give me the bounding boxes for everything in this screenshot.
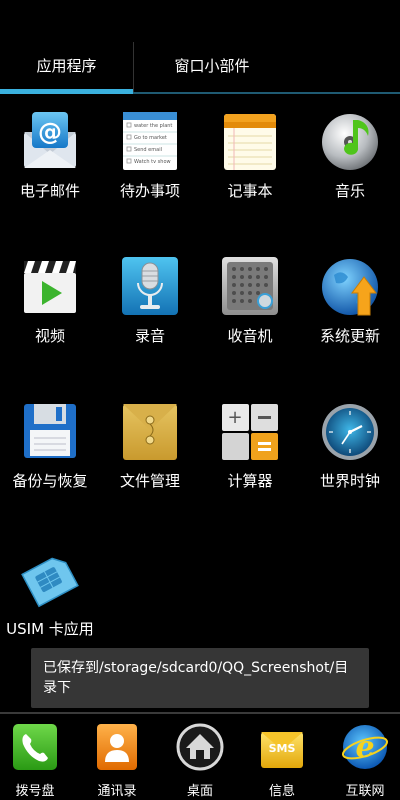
dock-dialer[interactable]: 拨号盘 — [0, 722, 70, 800]
dock-label: 信息 — [268, 784, 295, 799]
app-label: 世界时钟 — [319, 472, 380, 490]
todo-icon: water the plant Go to market Send email … — [123, 112, 177, 170]
app-label: 收音机 — [227, 327, 273, 345]
dock-browser[interactable]: e 互联网 — [330, 722, 400, 800]
contacts-icon — [97, 724, 137, 770]
dock-divider — [0, 712, 400, 714]
app-notepad[interactable]: 记事本 — [200, 110, 300, 230]
file-manager-icon — [123, 404, 177, 460]
music-icon — [322, 114, 378, 170]
app-radio[interactable]: 收音机 — [200, 255, 300, 375]
dock-label: 互联网 — [345, 784, 385, 799]
clock-icon — [322, 404, 378, 460]
sms-icon-text: SMS — [269, 742, 296, 755]
radio-icon — [222, 257, 278, 315]
app-recorder[interactable]: 录音 — [100, 255, 200, 375]
todo-item: Go to market — [134, 135, 167, 141]
browser-icon: e — [341, 725, 389, 769]
svg-text:e: e — [355, 730, 374, 765]
tab-applications[interactable]: 应用程序 — [0, 38, 133, 92]
dock-label: 通讯录 — [97, 784, 137, 799]
sim-card-icon — [21, 557, 79, 608]
dock-label: 桌面 — [186, 784, 213, 799]
svg-text:@: @ — [38, 118, 62, 146]
home-icon — [176, 723, 224, 771]
notepad-icon — [224, 114, 276, 170]
app-world-clock[interactable]: 世界时钟 — [300, 400, 400, 520]
app-label: 备份与恢复 — [12, 472, 88, 490]
app-label: USIM 卡应用 — [6, 620, 94, 638]
backup-icon — [24, 404, 76, 458]
app-calculator[interactable]: + 计算器 — [200, 400, 300, 520]
app-label: 系统更新 — [319, 327, 380, 345]
update-icon — [322, 259, 378, 316]
dock-contacts[interactable]: 通讯录 — [82, 722, 152, 800]
app-system-update[interactable]: 系统更新 — [300, 255, 400, 375]
dock-home[interactable]: 桌面 — [165, 722, 235, 800]
app-backup[interactable]: 备份与恢复 — [0, 400, 100, 520]
app-label: 记事本 — [227, 182, 273, 200]
app-label: 视频 — [34, 327, 65, 345]
dock-messages[interactable]: SMS 信息 — [247, 722, 317, 800]
todo-item: Watch tv show — [134, 159, 171, 165]
app-label: 文件管理 — [119, 472, 180, 490]
svg-text:+: + — [227, 407, 242, 428]
phone-icon — [13, 724, 57, 770]
app-label: 音乐 — [334, 182, 365, 200]
todo-item: Send email — [134, 147, 162, 153]
tab-widgets[interactable]: 窗口小部件 — [134, 38, 290, 92]
toast-message: 已保存到/storage/sdcard0/QQ_Screenshot/目录下 — [31, 648, 369, 708]
app-file-manager[interactable]: 文件管理 — [100, 400, 200, 520]
video-icon — [24, 261, 76, 313]
dock-label: 拨号盘 — [15, 784, 55, 799]
app-label: 计算器 — [227, 472, 273, 490]
email-icon: @ — [24, 112, 76, 168]
calculator-icon: + — [222, 404, 278, 460]
recorder-icon — [122, 257, 178, 315]
app-label: 待办事项 — [119, 182, 180, 200]
app-label: 电子邮件 — [19, 182, 80, 200]
app-music[interactable]: 音乐 — [300, 110, 400, 230]
sms-icon: SMS — [261, 732, 303, 768]
app-label: 录音 — [134, 327, 165, 345]
tab-active-indicator — [0, 89, 133, 94]
todo-item: water the plant — [134, 123, 172, 129]
app-video[interactable]: 视频 — [0, 255, 100, 375]
tab-bar: 应用程序 窗口小部件 — [0, 38, 400, 94]
app-email[interactable]: @ 电子邮件 — [0, 110, 100, 230]
app-todo[interactable]: water the plant Go to market Send email … — [100, 110, 200, 230]
